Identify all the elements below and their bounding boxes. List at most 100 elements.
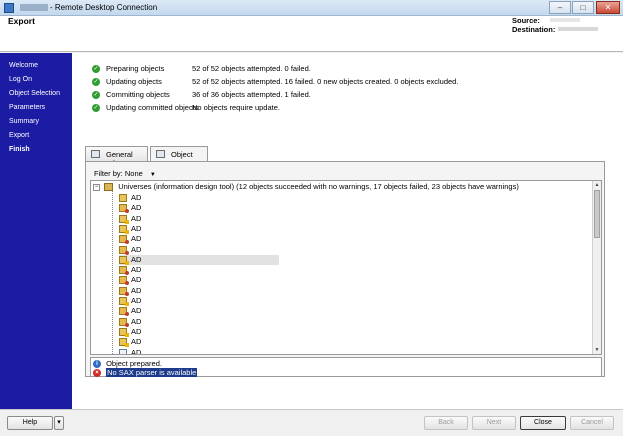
step-updating: ✓ Updating objects 52 of 52 objects atte… — [92, 77, 612, 88]
tree-node[interactable]: AD — [119, 275, 279, 286]
maximize-button[interactable]: □ — [572, 1, 594, 14]
success-check-icon: ✓ — [92, 78, 100, 86]
source-label: Source: — [512, 16, 540, 25]
error-icon: × — [93, 369, 101, 378]
universe-warning-icon — [119, 214, 129, 224]
tree-node[interactable]: AD — [119, 214, 279, 224]
tree-node-label: AD — [131, 213, 142, 223]
help-dropdown-button[interactable]: ▾ — [54, 416, 64, 430]
tree-node-label: AD — [131, 254, 142, 264]
tree-node[interactable]: AD — [119, 265, 279, 276]
folder-icon — [119, 194, 127, 202]
nav-item-export[interactable]: Export — [9, 132, 29, 139]
scroll-down-icon[interactable]: ▼ — [593, 346, 601, 354]
tree-node-label: AD — [131, 326, 142, 336]
collapse-icon[interactable]: − — [93, 183, 100, 191]
tree-root-universes[interactable]: − Universes (information design tool) (1… — [93, 182, 519, 192]
tree-node[interactable]: AD — [119, 306, 279, 317]
folder-error-icon — [119, 317, 129, 327]
next-button[interactable]: Next — [472, 416, 516, 430]
tree-node[interactable]: AD — [119, 234, 279, 245]
universes-folder-icon — [104, 183, 114, 192]
folder-error-icon — [119, 276, 129, 286]
object-tree[interactable]: − Universes (information design tool) (1… — [90, 180, 602, 355]
tree-node-label: AD — [131, 285, 142, 295]
tab-general-info[interactable]: General Info — [85, 146, 148, 168]
info-icon: i — [93, 360, 101, 369]
filter-label: Filter by: — [94, 169, 123, 178]
close-window-button[interactable]: ✕ — [596, 1, 620, 14]
tab-object-log[interactable]: Object Log — [150, 146, 208, 168]
tree-node[interactable]: AD — [119, 327, 279, 337]
source-value-redacted — [550, 18, 580, 22]
chevron-down-icon: ▼ — [149, 172, 156, 178]
tree-node[interactable]: AD — [119, 296, 279, 306]
remote-desktop-icon — [4, 3, 14, 13]
tree-node[interactable]: AD — [119, 245, 279, 255]
nav-item-parameters[interactable]: Parameters — [9, 104, 45, 111]
tree-node[interactable]: AD — [119, 317, 279, 327]
step-name: Preparing objects — [106, 64, 165, 73]
nav-item-log-on[interactable]: Log On — [9, 76, 32, 83]
folder-error-icon — [119, 266, 129, 276]
tree-node-label: AD — [131, 234, 142, 244]
object-log-panel: Filter by: None ▼ − Universes (informati… — [85, 161, 605, 378]
tree-node[interactable]: AD — [119, 337, 279, 348]
step-detail: No objects require update. — [192, 103, 280, 112]
window-title-text: - Remote Desktop Connection — [50, 3, 158, 12]
message-text: No SAX parser is available — [106, 368, 198, 377]
folder-error-icon — [119, 307, 129, 317]
minimize-button[interactable]: – — [549, 1, 571, 14]
nav-item-welcome[interactable]: Welcome — [9, 62, 38, 69]
tree-node-label: AD — [131, 296, 142, 305]
close-button[interactable]: Close — [520, 416, 566, 430]
tree-node[interactable]: AD — [119, 203, 279, 214]
window-title: - Remote Desktop Connection — [20, 3, 157, 12]
tree-node-label: AD — [131, 337, 142, 347]
folder-error-icon — [119, 235, 129, 245]
step-detail: 36 of 36 objects attempted. 1 failed. — [192, 90, 311, 99]
folder-error-icon — [119, 245, 129, 255]
wizard-footer: Help ▾ Back Next Close Cancel — [0, 409, 623, 436]
document-icon — [119, 348, 127, 354]
destination-value-redacted — [558, 27, 598, 31]
tree-node-label: AD — [131, 316, 142, 326]
tree-node-label: AD — [131, 265, 142, 275]
nav-item-summary[interactable]: Summary — [9, 118, 39, 125]
tree-node[interactable]: AD — [119, 224, 279, 234]
tree-node-label: AD — [131, 223, 142, 233]
universe-warning-icon — [119, 224, 129, 234]
scroll-up-icon[interactable]: ▲ — [593, 181, 601, 189]
message-info[interactable]: i Object prepared. — [93, 359, 162, 369]
destination-label: Destination: — [512, 25, 556, 34]
message-text: Object prepared. — [106, 359, 162, 368]
tree-node-label: AD — [131, 306, 142, 316]
success-check-icon: ✓ — [92, 65, 100, 73]
tree-scrollbar[interactable]: ▲ ▼ — [592, 181, 601, 354]
tree-node[interactable]: AD — [119, 347, 279, 355]
filter-dropdown[interactable]: Filter by: None ▼ — [94, 169, 156, 178]
nav-item-object-selection[interactable]: Object Selection — [9, 90, 60, 97]
success-check-icon: ✓ — [92, 104, 100, 112]
back-button[interactable]: Back — [424, 416, 468, 430]
messages-list: i Object prepared. × No SAX parser is av… — [90, 357, 602, 378]
tree-node[interactable]: AD — [119, 193, 279, 203]
info-sheet-icon — [91, 150, 100, 158]
tree-root-label: Universes (information design tool) (12 … — [118, 182, 519, 191]
help-button[interactable]: Help — [7, 416, 53, 430]
step-updating-committed: ✓ Updating committed objects No objects … — [92, 103, 612, 114]
tree-node-label: AD — [131, 193, 142, 202]
universe-warning-icon — [119, 338, 129, 348]
universe-warning-icon — [119, 297, 129, 306]
cancel-button[interactable]: Cancel — [570, 416, 614, 430]
step-committing: ✓ Committing objects 36 of 36 objects at… — [92, 90, 612, 101]
scroll-thumb[interactable] — [594, 190, 600, 238]
tree-node[interactable]: AD — [119, 286, 279, 296]
redacted-host — [20, 4, 48, 12]
tree-node[interactable]: AD — [119, 254, 279, 265]
tree-node-label: AD — [131, 347, 142, 355]
nav-item-finish[interactable]: Finish — [9, 146, 30, 153]
step-detail: 52 of 52 objects attempted. 16 failed. 0… — [192, 77, 459, 86]
log-sheet-icon — [156, 150, 165, 158]
message-error[interactable]: × No SAX parser is available — [93, 368, 198, 378]
